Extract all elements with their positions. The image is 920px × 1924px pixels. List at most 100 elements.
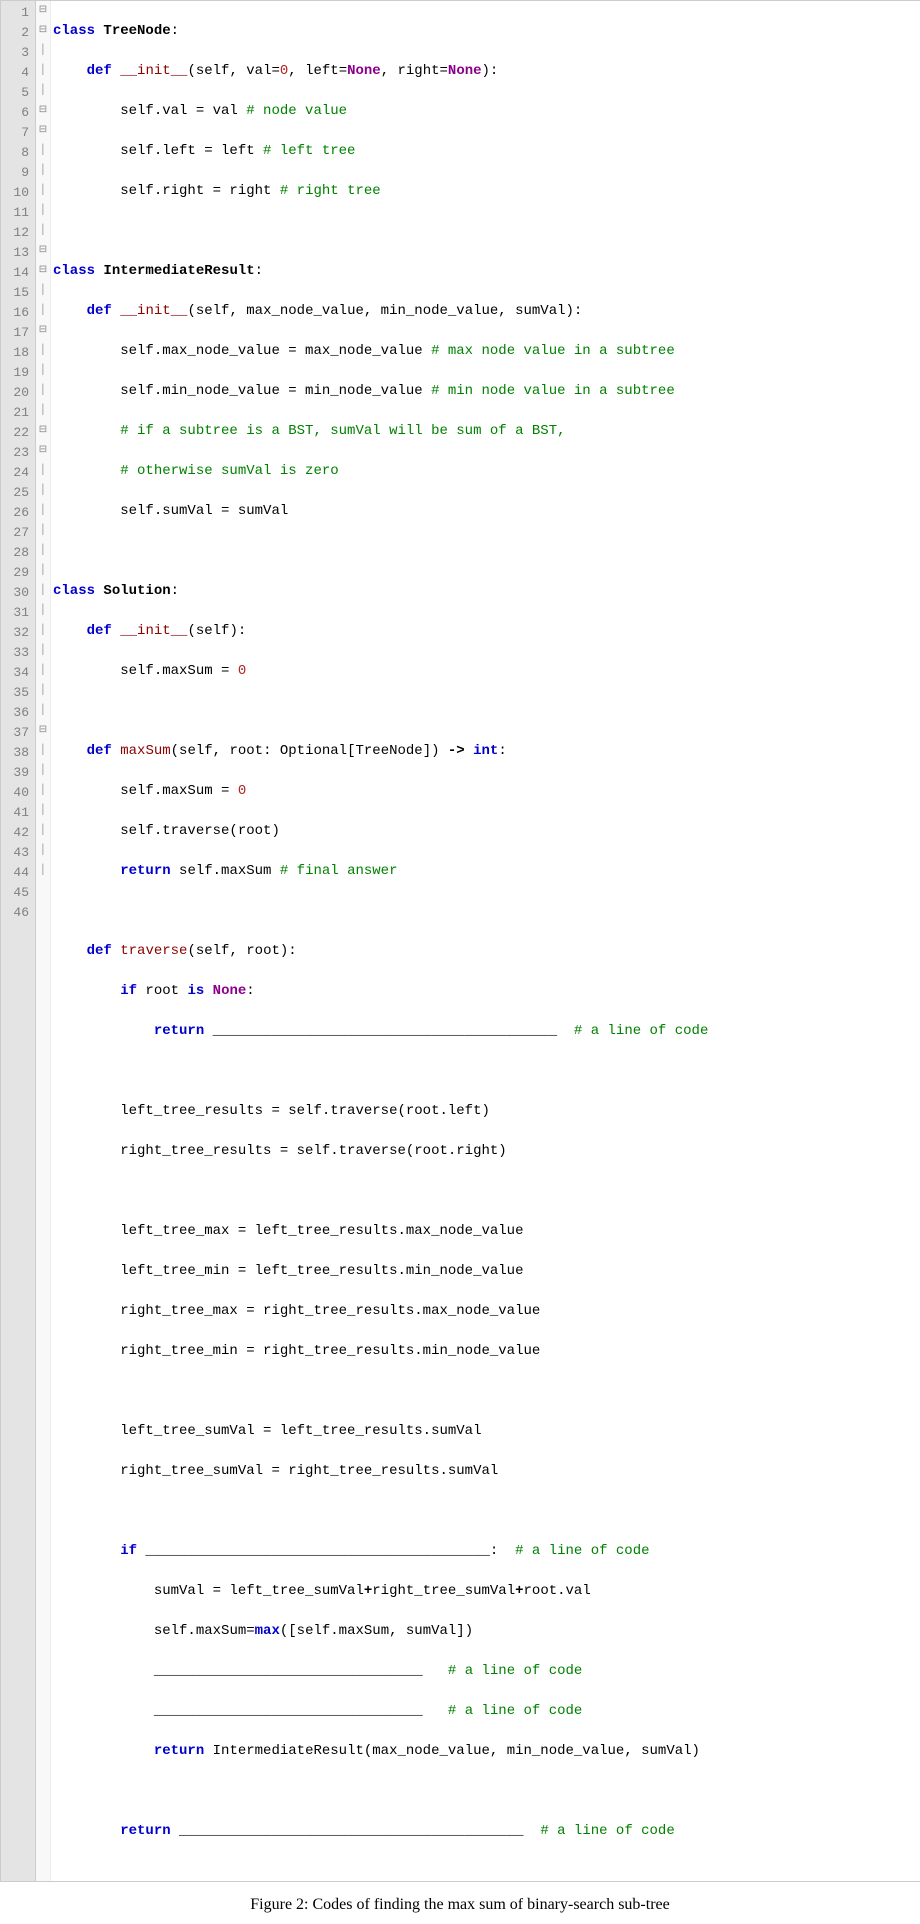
code-line: self.traverse(root)	[53, 821, 920, 841]
code-line: return IntermediateResult(max_node_value…	[53, 1741, 920, 1761]
fold-guide: │	[36, 201, 50, 221]
fold-guide: │	[36, 381, 50, 401]
fold-guide: │	[36, 661, 50, 681]
line-number: 22	[5, 423, 29, 443]
code-line: def __init__(self):	[53, 621, 920, 641]
line-number: 12	[5, 223, 29, 243]
code-line	[53, 1181, 920, 1201]
fold-guide: │	[36, 481, 50, 501]
line-number: 16	[5, 303, 29, 323]
code-line	[53, 1501, 920, 1521]
code-line: def __init__(self, val=0, left=None, rig…	[53, 61, 920, 81]
line-number: 23	[5, 443, 29, 463]
code-line: self.maxSum = 0	[53, 661, 920, 681]
fold-guide: │	[36, 181, 50, 201]
line-number: 7	[5, 123, 29, 143]
line-number: 10	[5, 183, 29, 203]
line-number: 5	[5, 83, 29, 103]
fold-guide: │	[36, 641, 50, 661]
fold-guide: │	[36, 781, 50, 801]
code-line: ________________________________ # a lin…	[53, 1701, 920, 1721]
line-number: 28	[5, 543, 29, 563]
fold-toggle-icon[interactable]: ⊟	[36, 21, 50, 41]
fold-guide: │	[36, 461, 50, 481]
line-number: 37	[5, 723, 29, 743]
line-number: 30	[5, 583, 29, 603]
line-number: 31	[5, 603, 29, 623]
fold-guide: │	[36, 61, 50, 81]
line-number: 45	[5, 883, 29, 903]
line-number: 1	[5, 3, 29, 23]
code-line: self.sumVal = sumVal	[53, 501, 920, 521]
line-number: 3	[5, 43, 29, 63]
line-number: 21	[5, 403, 29, 423]
code-line: left_tree_results = self.traverse(root.l…	[53, 1101, 920, 1121]
line-number: 26	[5, 503, 29, 523]
line-number: 41	[5, 803, 29, 823]
fold-toggle-icon[interactable]: ⊟	[36, 1, 50, 21]
fold-guide: │	[36, 281, 50, 301]
fold-toggle-icon[interactable]: ⊟	[36, 421, 50, 441]
code-line: right_tree_max = right_tree_results.max_…	[53, 1301, 920, 1321]
code-line: class IntermediateResult:	[53, 261, 920, 281]
fold-guide: │	[36, 361, 50, 381]
line-number-gutter: 1 2 3 4 5 6 7 8 9 10 11 12 13 14 15 16 1…	[1, 1, 36, 1881]
code-line: # if a subtree is a BST, sumVal will be …	[53, 421, 920, 441]
line-number: 44	[5, 863, 29, 883]
line-number: 4	[5, 63, 29, 83]
fold-guide: │	[36, 701, 50, 721]
code-line	[53, 901, 920, 921]
fold-guide: │	[36, 621, 50, 641]
line-number: 19	[5, 363, 29, 383]
fold-guide: │	[36, 521, 50, 541]
code-line: self.left = left # left tree	[53, 141, 920, 161]
fold-toggle-icon[interactable]: ⊟	[36, 441, 50, 461]
fold-guide: │	[36, 301, 50, 321]
fold-toggle-icon[interactable]: ⊟	[36, 101, 50, 121]
code-line: right_tree_results = self.traverse(root.…	[53, 1141, 920, 1161]
code-line: self.maxSum=max([self.maxSum, sumVal])	[53, 1621, 920, 1641]
code-line: right_tree_min = right_tree_results.min_…	[53, 1341, 920, 1361]
fold-guide: │	[36, 741, 50, 761]
line-number: 32	[5, 623, 29, 643]
line-number: 8	[5, 143, 29, 163]
line-number: 9	[5, 163, 29, 183]
line-number: 11	[5, 203, 29, 223]
line-number: 27	[5, 523, 29, 543]
fold-guide: │	[36, 761, 50, 781]
fold-guide: │	[36, 581, 50, 601]
code-editor: 1 2 3 4 5 6 7 8 9 10 11 12 13 14 15 16 1…	[0, 0, 920, 1882]
fold-toggle-icon[interactable]: ⊟	[36, 721, 50, 741]
code-line: self.max_node_value = max_node_value # m…	[53, 341, 920, 361]
code-line: right_tree_sumVal = right_tree_results.s…	[53, 1461, 920, 1481]
fold-guide: │	[36, 141, 50, 161]
code-area[interactable]: class TreeNode: def __init__(self, val=0…	[51, 1, 920, 1881]
code-line	[53, 1781, 920, 1801]
code-line: self.right = right # right tree	[53, 181, 920, 201]
line-number: 38	[5, 743, 29, 763]
line-number: 17	[5, 323, 29, 343]
line-number: 33	[5, 643, 29, 663]
code-line: return self.maxSum # final answer	[53, 861, 920, 881]
fold-toggle-icon[interactable]: ⊟	[36, 121, 50, 141]
code-line: left_tree_sumVal = left_tree_results.sum…	[53, 1421, 920, 1441]
line-number: 2	[5, 23, 29, 43]
line-number: 20	[5, 383, 29, 403]
fold-guide: │	[36, 541, 50, 561]
code-line	[53, 701, 920, 721]
code-line: left_tree_min = left_tree_results.min_no…	[53, 1261, 920, 1281]
fold-guide: │	[36, 801, 50, 821]
code-line: self.maxSum = 0	[53, 781, 920, 801]
code-line	[53, 1061, 920, 1081]
code-line	[53, 541, 920, 561]
fold-guide: │	[36, 821, 50, 841]
line-number: 46	[5, 903, 29, 923]
fold-toggle-icon[interactable]: ⊟	[36, 241, 50, 261]
code-line	[53, 1381, 920, 1401]
code-line: sumVal = left_tree_sumVal+right_tree_sum…	[53, 1581, 920, 1601]
fold-toggle-icon[interactable]: ⊟	[36, 321, 50, 341]
code-line: if _____________________________________…	[53, 1541, 920, 1561]
code-line: left_tree_max = left_tree_results.max_no…	[53, 1221, 920, 1241]
fold-toggle-icon[interactable]: ⊟	[36, 261, 50, 281]
fold-guide: │	[36, 341, 50, 361]
